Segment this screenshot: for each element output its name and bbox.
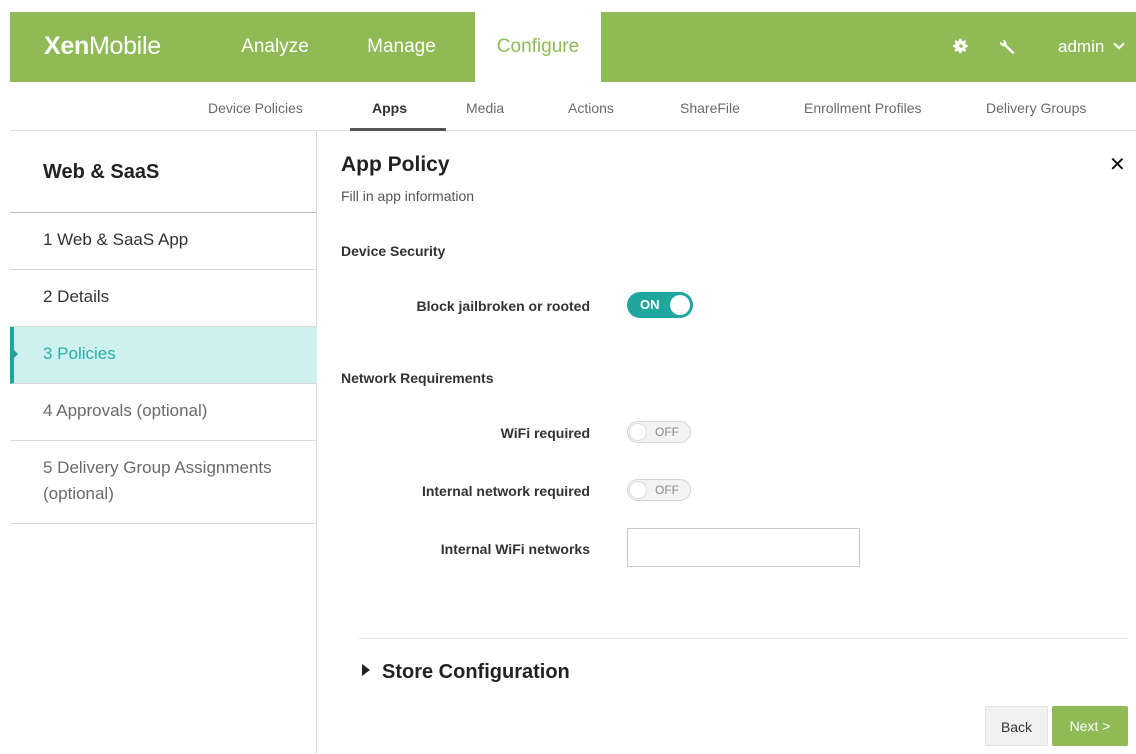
step-web-saas-app[interactable]: 1 Web & SaaS App	[10, 213, 317, 270]
subnav-sharefile[interactable]: ShareFile	[680, 100, 740, 116]
tab-manage[interactable]: Manage	[339, 12, 464, 82]
internal-network-required-label: Internal network required	[421, 483, 590, 499]
sidebar-title-text: Web & SaaS	[43, 161, 160, 183]
caret-right-icon	[362, 664, 370, 676]
store-configuration-label: Store Configuration	[382, 661, 570, 683]
gear-icon[interactable]	[951, 37, 971, 57]
device-security-heading: Device Security	[341, 243, 446, 259]
step-label: 5 Delivery Group Assignments	[43, 458, 272, 477]
toggle-state-text: ON	[640, 297, 660, 312]
sub-navigation: Device Policies Apps Media Actions Share…	[10, 82, 1136, 131]
logo-bold-text: Xen	[44, 32, 89, 60]
step-label: 4 Approvals (optional)	[43, 401, 208, 420]
xenmobile-logo[interactable]: XenMobile	[44, 32, 161, 61]
store-configuration-expander[interactable]: Store Configuration	[362, 661, 570, 684]
block-jailbroken-toggle[interactable]: ON	[627, 292, 693, 318]
subnav-delivery-groups[interactable]: Delivery Groups	[986, 100, 1086, 116]
subnav-apps[interactable]: Apps	[372, 100, 407, 116]
step-details[interactable]: 2 Details	[10, 270, 317, 327]
tab-configure[interactable]: Configure	[475, 12, 601, 82]
wrench-icon[interactable]	[998, 37, 1018, 57]
subnav-actions[interactable]: Actions	[568, 100, 614, 116]
page-subtitle: Fill in app information	[341, 188, 475, 204]
tab-analyze[interactable]: Analyze	[215, 12, 335, 82]
close-icon[interactable]: ✕	[1109, 152, 1126, 177]
wizard-sidebar: Web & SaaS 1 Web & SaaS App 2 Details 3 …	[10, 131, 317, 754]
subnav-device-policies[interactable]: Device Policies	[208, 100, 303, 116]
toggle-knob	[670, 295, 690, 315]
section-divider	[359, 638, 1128, 639]
sidebar-title: Web & SaaS	[10, 131, 317, 213]
toggle-state-text: OFF	[655, 483, 679, 497]
internal-wifi-networks-label: Internal WiFi networks	[440, 541, 590, 557]
step-label: 2 Details	[43, 287, 110, 306]
step-delivery-group-assignments[interactable]: 5 Delivery Group Assignments (optional)	[10, 441, 317, 524]
toggle-knob	[629, 481, 647, 499]
block-jailbroken-label: Block jailbroken or rooted	[416, 298, 590, 314]
back-button[interactable]: Back	[985, 706, 1048, 746]
main-content: App Policy Fill in app information ✕ Dev…	[318, 131, 1136, 754]
logo-rest-text: Mobile	[88, 32, 161, 60]
toggle-state-text: OFF	[655, 425, 679, 439]
step-policies[interactable]: 3 Policies	[10, 327, 317, 384]
active-step-marker-icon	[13, 349, 18, 359]
internal-network-required-toggle[interactable]: OFF	[627, 479, 691, 501]
step-label-continued: (optional)	[43, 484, 114, 503]
user-name: admin	[1058, 37, 1105, 56]
network-requirements-heading: Network Requirements	[341, 370, 494, 386]
subnav-media[interactable]: Media	[466, 100, 504, 116]
page-title: App Policy	[341, 153, 450, 176]
user-menu[interactable]: admin	[1058, 12, 1125, 82]
wifi-required-toggle[interactable]: OFF	[627, 421, 691, 443]
step-label: 1 Web & SaaS App	[43, 230, 189, 249]
step-approvals[interactable]: 4 Approvals (optional)	[10, 384, 317, 441]
step-label: 3 Policies	[43, 344, 116, 363]
chevron-down-icon	[1113, 38, 1125, 50]
top-navigation-bar: XenMobile Analyze Manage Configure admin	[10, 12, 1136, 82]
wifi-required-label: WiFi required	[500, 425, 590, 441]
toggle-knob	[629, 423, 647, 441]
next-button[interactable]: Next >	[1052, 706, 1128, 746]
internal-wifi-networks-input[interactable]	[627, 528, 860, 567]
subnav-enrollment-profiles[interactable]: Enrollment Profiles	[804, 100, 922, 116]
